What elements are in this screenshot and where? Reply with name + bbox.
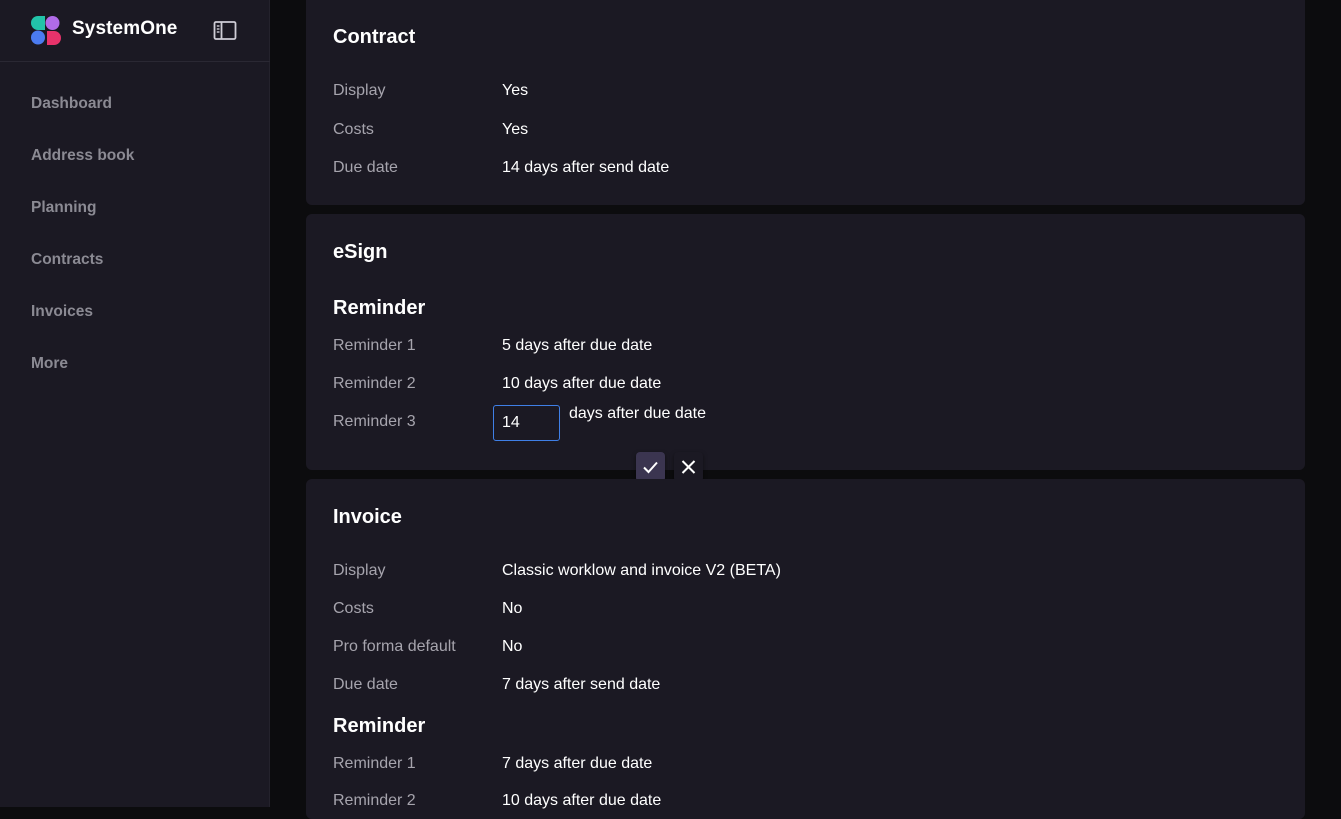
sidebar-item-more[interactable]: More xyxy=(0,338,270,390)
invoice-row-display[interactable]: Display Classic worklow and invoice V2 (… xyxy=(333,562,1273,584)
row-label: Reminder 2 xyxy=(333,375,416,392)
row-label: Due date xyxy=(333,676,398,693)
row-value: 7 days after due date xyxy=(502,755,653,772)
contract-row-due-date[interactable]: Due date 14 days after send date xyxy=(333,159,1273,181)
row-value: No xyxy=(502,638,523,655)
esign-row-reminder-3: Reminder 3 xyxy=(333,413,1273,435)
invoice-card: Invoice Display Classic worklow and invo… xyxy=(306,479,1305,819)
sidebar-item-dashboard[interactable]: Dashboard xyxy=(0,78,270,130)
systemone-logo-icon[interactable] xyxy=(31,16,61,45)
invoice-row-due-date[interactable]: Due date 7 days after send date xyxy=(333,676,1273,698)
row-value: 10 days after due date xyxy=(502,792,662,809)
row-label: Display xyxy=(333,82,386,99)
sidebar-item-planning[interactable]: Planning xyxy=(0,182,270,234)
contract-card: Contract Display Yes Costs Yes Due date … xyxy=(306,0,1305,205)
app-name: SystemOne xyxy=(72,18,178,39)
close-icon xyxy=(681,460,696,474)
sidebar-item-contracts[interactable]: Contracts xyxy=(0,234,270,286)
reminder-3-days-input[interactable] xyxy=(493,405,560,441)
row-value: Classic worklow and invoice V2 (BETA) xyxy=(502,562,781,579)
esign-row-reminder-2[interactable]: Reminder 2 10 days after due date xyxy=(333,375,1273,397)
invoice-row-costs[interactable]: Costs No xyxy=(333,600,1273,622)
esign-title: eSign xyxy=(333,241,388,263)
row-value: 10 days after due date xyxy=(502,375,662,392)
invoice-reminder-heading: Reminder xyxy=(333,715,426,737)
contract-row-display[interactable]: Display Yes xyxy=(333,82,1273,104)
contract-row-costs[interactable]: Costs Yes xyxy=(333,121,1273,143)
row-label: Display xyxy=(333,562,386,579)
row-value: 5 days after due date xyxy=(502,337,653,354)
row-value: No xyxy=(502,600,523,617)
esign-row-reminder-1[interactable]: Reminder 1 5 days after due date xyxy=(333,337,1273,359)
row-label: Reminder 2 xyxy=(333,792,416,809)
invoice-row-reminder-2[interactable]: Reminder 2 10 days after due date xyxy=(333,792,1273,814)
main-content: Contract Display Yes Costs Yes Due date … xyxy=(270,0,1341,819)
confirm-edit-button[interactable] xyxy=(636,452,665,482)
row-value: 7 days after send date xyxy=(502,676,661,693)
esign-card: eSign Reminder Reminder 1 5 days after d… xyxy=(306,214,1305,470)
sidebar-item-address-book[interactable]: Address book xyxy=(0,130,270,182)
contract-title: Contract xyxy=(333,26,416,48)
brand-header: SystemOne xyxy=(0,0,270,62)
row-label: Due date xyxy=(333,159,398,176)
row-label: Costs xyxy=(333,600,374,617)
invoice-row-pro-forma-default[interactable]: Pro forma default No xyxy=(333,638,1273,660)
sidebar: SystemOne Dashboard Address book Plannin… xyxy=(0,0,270,807)
invoice-row-reminder-1[interactable]: Reminder 1 7 days after due date xyxy=(333,755,1273,777)
row-label: Reminder 1 xyxy=(333,755,416,772)
row-label: Reminder 1 xyxy=(333,337,416,354)
invoice-title: Invoice xyxy=(333,506,402,528)
row-value: Yes xyxy=(502,121,529,138)
row-label: Reminder 3 xyxy=(333,413,416,430)
reminder-3-suffix: days after due date xyxy=(569,405,706,422)
row-label: Pro forma default xyxy=(333,638,456,655)
sidebar-item-invoices[interactable]: Invoices xyxy=(0,286,270,338)
sidebar-toggle-icon[interactable] xyxy=(213,20,237,42)
sidebar-nav: Dashboard Address book Planning Contract… xyxy=(0,78,270,390)
row-value: Yes xyxy=(502,82,529,99)
row-value: 14 days after send date xyxy=(502,159,670,176)
esign-reminder-heading: Reminder xyxy=(333,297,426,319)
row-label: Costs xyxy=(333,121,374,138)
check-icon xyxy=(643,461,658,474)
cancel-edit-button[interactable] xyxy=(674,452,703,482)
